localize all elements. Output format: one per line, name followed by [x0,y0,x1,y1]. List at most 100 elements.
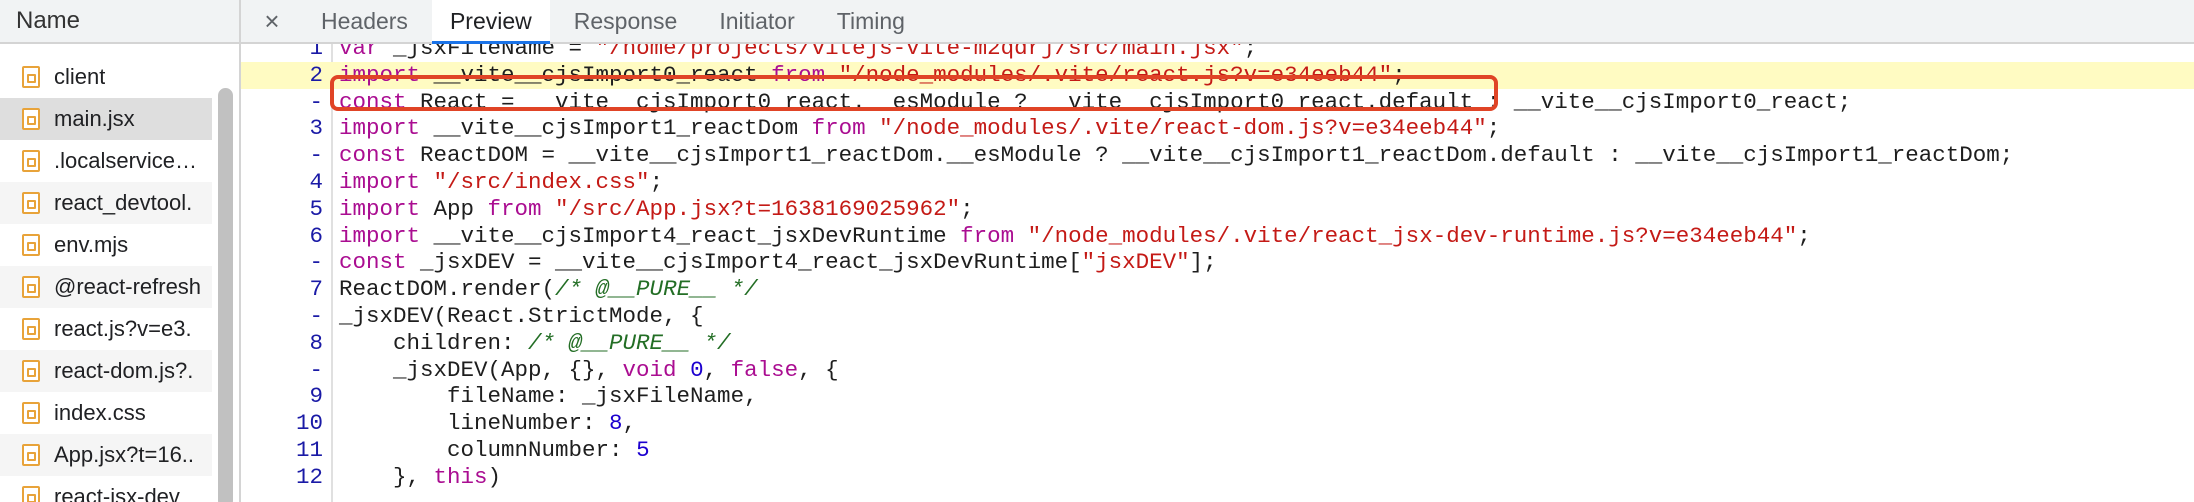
file-icon [22,402,40,424]
line-number: 1 [309,44,323,61]
code-token: __vite__cjsImport4_react_jsxDevRuntime [433,222,961,249]
code-line: 3 import __vite__cjsImport1_reactDom from… [241,115,2194,142]
code-token: _jsxDEV(React.StrictMode, { [339,303,704,329]
code-token: ; [1797,222,1811,249]
code-token: 5 [636,437,650,463]
code-token: ; [649,169,664,195]
code-token: }, [339,463,434,490]
code-token: void [622,356,691,383]
line-number: - [309,356,323,383]
request-row[interactable]: react_devtool. [0,182,212,224]
code-text: lineNumber: 8, [339,410,636,437]
code-token: import [339,195,434,222]
code-text: children: /* @__PURE__ */ [339,330,731,357]
request-row[interactable]: main.jsx [0,98,212,140]
code-token: "/src/index.css" [433,169,650,195]
code-token: , { [798,356,839,383]
code-line: 4 import "/src/index.css"; [241,169,2194,196]
code-token: "jsxDEV" [1081,249,1190,276]
code-line: 8 children: /* @__PURE__ */ [241,330,2194,357]
code-token: 0 [690,356,704,383]
line-number: 11 [295,437,323,463]
line-number: 5 [309,195,323,222]
tab-headers[interactable]: Headers [303,0,426,42]
code-token: ; [1243,44,1258,61]
code-text: fileName: _jsxFileName, [339,383,758,410]
tab-preview[interactable]: Preview [431,0,550,44]
code-line: 12 }, this) [241,464,2194,491]
request-name: main.jsx [54,106,135,131]
request-name: App.jsx?t=16.. [54,442,195,467]
code-token: import [339,222,434,249]
code-text: const _jsxDEV = __vite__cjsImport4_react… [339,249,1217,276]
tab-response[interactable]: Response [556,0,696,42]
file-icon [22,192,40,214]
code-text: ReactDOM.render(/* @__PURE__ */ [339,276,758,303]
request-row[interactable]: react.js?v=e3. [0,308,212,350]
code-token: __vite__cjsImport1_reactDom [433,115,812,142]
code-text: const ReactDOM = __vite__cjsImport1_reac… [339,142,2013,169]
code-token: children: [339,329,529,356]
request-name: index.css [54,400,146,425]
file-icon [22,318,40,340]
file-icon [22,66,40,88]
tab-initiator[interactable]: Initiator [701,0,812,42]
code-token: /* @__PURE__ */ [528,329,731,356]
tab-timing[interactable]: Timing [819,0,923,42]
code-token: from [811,115,880,142]
name-column-header[interactable]: Name [0,0,239,44]
code-line: 9 fileName: _jsxFileName, [241,383,2194,410]
request-list-scrollbar[interactable] [212,44,239,502]
code-text: }, this) [339,464,501,491]
code-token: const [339,142,421,169]
request-row[interactable]: App.jsx?t=16.. [0,434,212,476]
request-row[interactable]: @react-refresh [0,266,212,308]
request-row[interactable]: react-jsx-dev [0,476,212,502]
request-name: .localservice… [54,148,198,173]
code-line: 1 var _jsxFileName = "/home/projects/vite… [241,44,2194,62]
code-text: import __vite__cjsImport4_react_jsxDevRu… [339,223,1811,250]
file-icon [22,276,40,298]
code-line: - _jsxDEV(React.StrictMode, { [241,303,2194,330]
request-name: react_devtool. [54,190,193,215]
code-text: var _jsxFileName = "/home/projects/vitej… [339,44,1257,62]
request-row[interactable]: env.mjs [0,224,212,266]
request-row[interactable]: client [0,56,212,98]
close-icon[interactable]: × [241,0,303,42]
code-token: ; [1486,115,1501,142]
line-number: - [309,142,323,169]
code-token: _jsxFileName = [393,44,596,61]
code-text: import __vite__cjsImport1_reactDom from … [339,115,1500,142]
request-name: react.js?v=e3. [54,316,192,341]
request-list-panel: Name client main.jsx .localservice… react_d… [0,0,241,502]
code-token: ; [960,195,974,222]
code-token: ReactDOM.render( [339,276,556,303]
preview-code-viewer[interactable]: 1 var _jsxFileName = "/home/projects/vite… [241,44,2194,502]
code-token: lineNumber: [339,410,610,437]
code-token: _jsxDEV = __vite__cjsImport4_react_jsxDe… [420,249,1082,276]
file-icon [22,150,40,172]
request-row[interactable]: react-dom.js?. [0,350,212,392]
request-name: @react-refresh [54,274,202,299]
line-number: 9 [309,383,323,410]
file-icon [22,360,40,382]
code-text: _jsxDEV(React.StrictMode, { [339,303,704,330]
code-text: _jsxDEV(App, {}, void 0, false, { [339,357,839,384]
detail-tab-bar: × Headers Preview Response Initiator Timing [241,0,2194,44]
code-token: "/home/projects/vitejs-vite-m2qdrj/src/m… [595,44,1244,61]
code-line: - const _jsxDEV = __vite__cjsImport4_reac… [241,249,2194,276]
line-number: 2 [309,61,323,88]
code-line: 10 lineNumber: 8, [241,410,2194,437]
line-number: 6 [309,222,323,249]
code-line: - const ReactDOM = __vite__cjsImport1_rea… [241,142,2194,169]
request-name: react-jsx-dev [54,484,180,502]
request-list: client main.jsx .localservice… react_devtoo… [0,44,212,502]
annotation-highlight-box [330,75,1498,111]
request-row[interactable]: .localservice… [0,140,212,182]
code-token: this [433,463,488,490]
scrollbar-thumb[interactable] [218,88,233,502]
line-number: - [309,88,323,115]
code-line: 5 import App from "/src/App.jsx?t=1638169… [241,196,2194,223]
line-number: 10 [295,410,323,437]
request-row[interactable]: index.css [0,392,212,434]
